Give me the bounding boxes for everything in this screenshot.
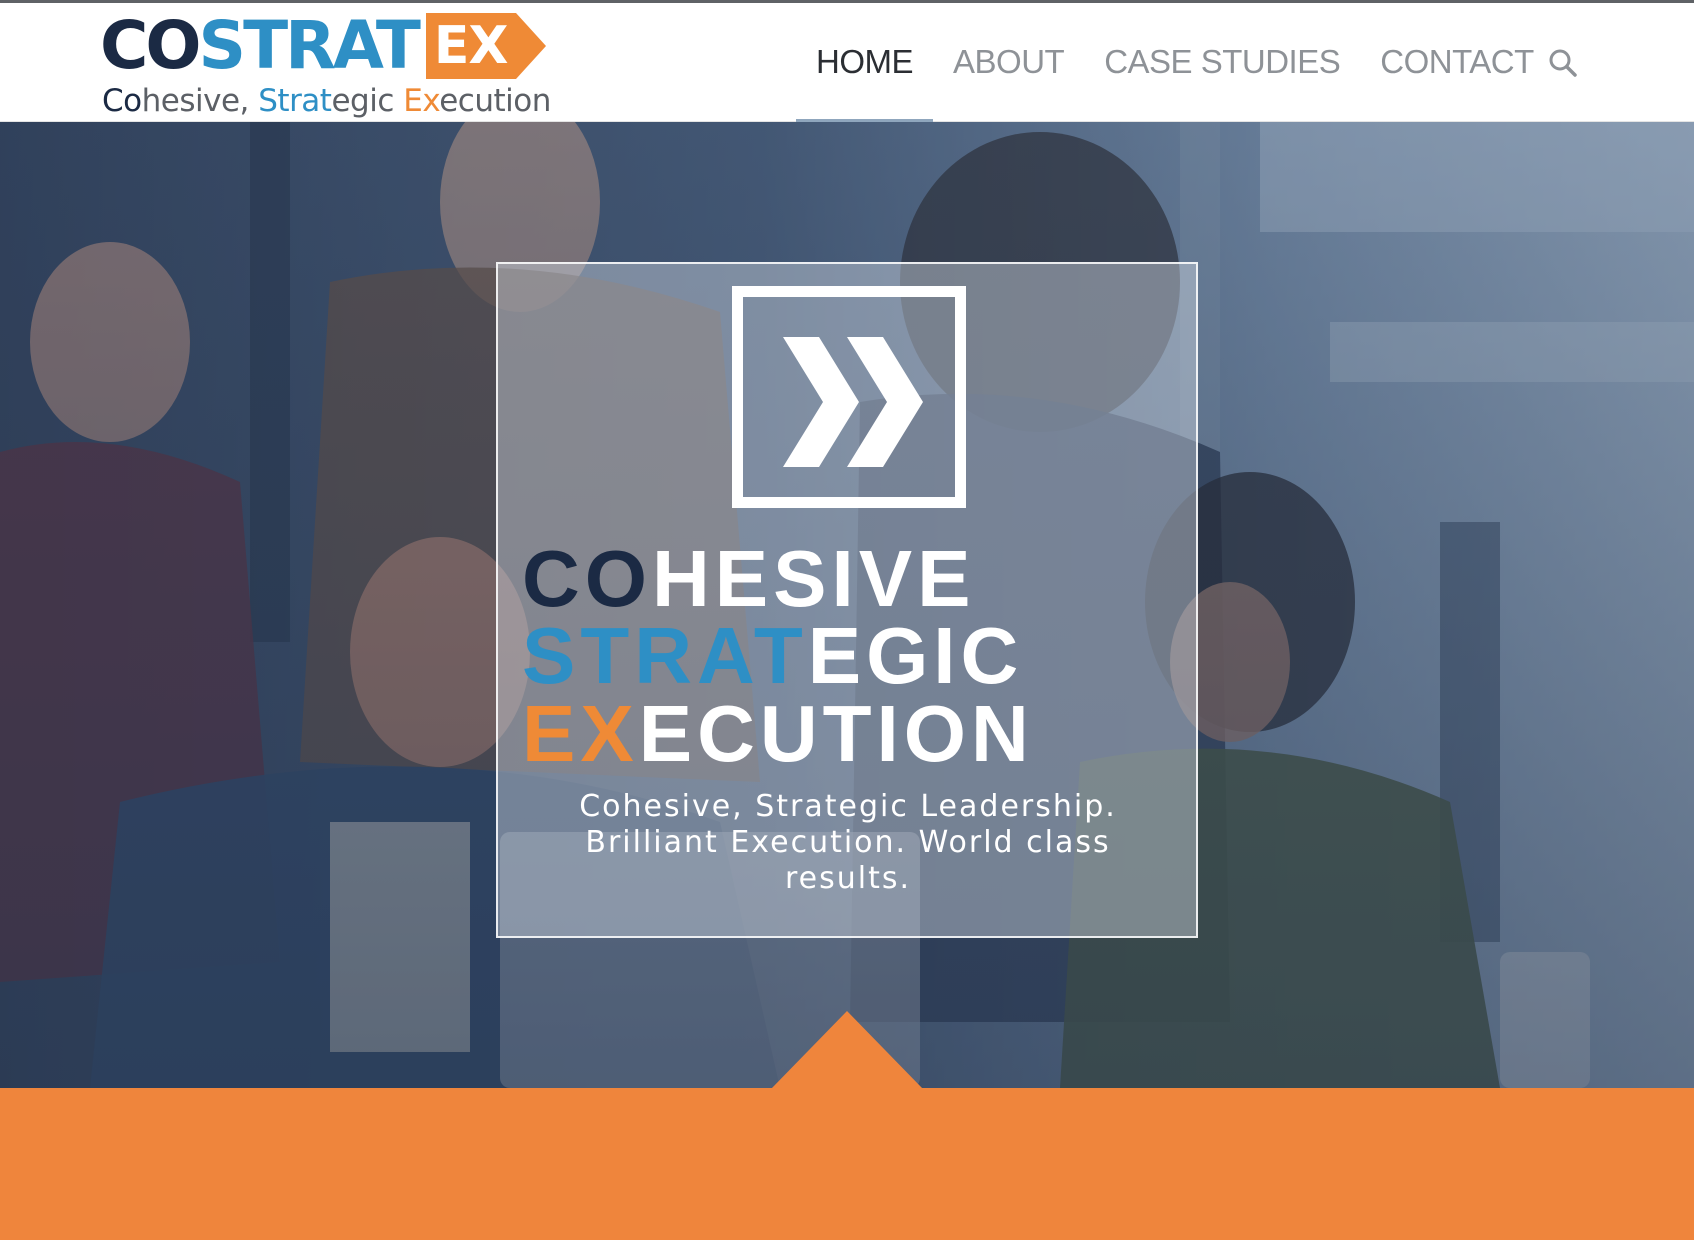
tagline-ecution: ecution (439, 83, 551, 119)
hero-word-execution-rest: ECUTION (638, 689, 1034, 778)
logo-frame (732, 286, 966, 508)
hero-word-execution: EXECUTION (522, 694, 1034, 774)
hero-section: COHESIVE STRATEGIC EXECUTION Cohesive, S… (0, 122, 1694, 1088)
search-icon[interactable] (1545, 45, 1581, 81)
site-header: CO STRAT EX Cohesive, Strategic Execution… (0, 3, 1694, 123)
logo-tagline: Cohesive, Strategic Execution (102, 83, 551, 119)
nav-home[interactable]: HOME (796, 3, 933, 123)
nav-about[interactable]: ABOUT (933, 3, 1084, 121)
logo-co: CO (100, 7, 202, 84)
nav-case-studies[interactable]: CASE STUDIES (1084, 3, 1360, 121)
brand-logo[interactable]: CO STRAT EX Cohesive, Strategic Execution (100, 9, 580, 121)
tagline-hesive: hesive, (141, 83, 259, 119)
double-chevron-right-icon (783, 337, 923, 467)
tagline-co: Co (102, 83, 142, 119)
hero-word-strategic: STRATEGIC (522, 616, 1023, 696)
hero-subtitle: Cohesive, Strategic Leadership. Brillian… (579, 789, 1117, 896)
logo-ex: EX (425, 13, 516, 79)
nav-contact[interactable]: CONTACT (1360, 3, 1554, 121)
tagline-strat: Strat (258, 83, 332, 119)
orange-band (0, 1088, 1694, 1240)
main-nav: HOME ABOUT CASE STUDIES CONTACT (796, 3, 1554, 123)
tagline-ex: Ex (403, 83, 440, 119)
hero-card: COHESIVE STRATEGIC EXECUTION Cohesive, S… (496, 262, 1198, 938)
logo-wordmark: CO STRAT EX (100, 9, 546, 83)
hero-word-execution-accent: EX (522, 689, 639, 778)
hero-word-cohesive-rest: HESIVE (652, 534, 976, 623)
logo-ex-badge: EX (425, 13, 546, 79)
hero-word-strategic-rest: EGIC (807, 611, 1024, 700)
logo-arrow-icon (515, 13, 546, 79)
hero-word-cohesive-accent: CO (522, 534, 652, 623)
tagline-egic: egic (331, 83, 404, 119)
section-pointer (771, 1011, 923, 1088)
logo-strat: STRAT (198, 7, 421, 84)
hero-word-strategic-accent: STRAT (522, 611, 808, 700)
hero-word-cohesive: COHESIVE (522, 539, 975, 619)
